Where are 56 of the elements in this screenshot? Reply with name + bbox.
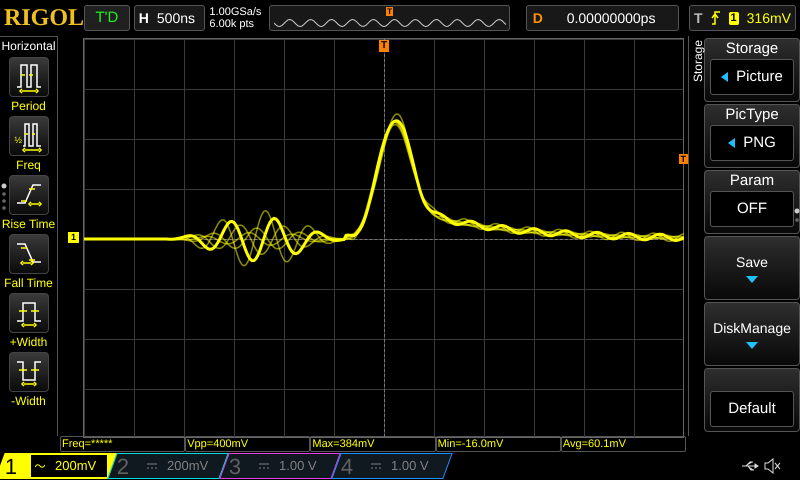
measurement-readout: Min=-16.0mV (436, 436, 561, 452)
measurement-readout: Avg=60.1mV (560, 436, 686, 452)
channel-tab[interactable]: 3 1.00 V (219, 453, 341, 479)
measure-label: +Width (10, 334, 48, 351)
measurement-readout: Freq=***** (60, 436, 186, 452)
measure-button[interactable] (8, 175, 48, 215)
trigger-field[interactable]: T 1 316mV (688, 5, 796, 31)
menu-option[interactable]: Param OFF (704, 170, 800, 234)
trigger-level-marker: T (678, 154, 688, 164)
default-button[interactable]: Default (710, 391, 794, 427)
menu-option[interactable]: PicType PNG (704, 104, 800, 168)
menu-button[interactable]: Save (704, 236, 800, 300)
option-label: Param (730, 171, 774, 191)
run-status: T'D (84, 5, 130, 31)
channel-tab[interactable]: 4 1.00 V (331, 453, 453, 479)
trigger-position-marker: T (379, 40, 390, 52)
memory-depth: 6.00k pts (209, 18, 256, 30)
menu-option[interactable]: Storage Picture (704, 38, 800, 102)
channel-tab[interactable]: 1 200mV (0, 453, 117, 479)
measure-button[interactable] (8, 57, 48, 97)
arrow-left-icon (728, 138, 736, 148)
arrow-down-icon (746, 342, 758, 348)
measure-button[interactable] (8, 293, 48, 333)
option-value: OFF (737, 198, 767, 219)
usb-icon (740, 460, 760, 472)
option-label: Storage (726, 39, 778, 59)
rising-edge-icon (710, 11, 720, 25)
measure-label: Period (11, 98, 46, 115)
measure-button[interactable]: ½ (8, 116, 48, 156)
page-indicator-icon (1, 183, 7, 211)
menu-title: Storage (690, 40, 706, 82)
channel-marker: 1 (68, 232, 80, 243)
measure-button[interactable] (8, 352, 48, 392)
measurement-readout: Vpp=400mV (185, 436, 310, 452)
measure-label: Fall Time (4, 275, 53, 292)
menu-button[interactable]: DiskManage (704, 302, 800, 366)
menu-title: Horizontal (1, 39, 56, 53)
trigger-position-marker: T (386, 7, 393, 16)
delay-field[interactable]: D 0.00000000ps (526, 5, 679, 31)
page-indicator-icon (794, 208, 800, 224)
timebase-field[interactable]: H 500ns (134, 5, 206, 31)
sample-rate: 1.00GSa/s (209, 6, 262, 18)
channel-tab[interactable]: 2 200mV (107, 453, 229, 479)
speaker-muted-icon (764, 458, 782, 474)
arrow-left-icon (721, 72, 728, 82)
option-value: PNG (743, 132, 776, 153)
arrow-down-icon (746, 276, 758, 282)
measure-label: Freq (16, 157, 41, 174)
option-value: Picture (736, 66, 783, 87)
measure-label: -Width (11, 393, 46, 410)
trigger-source: 1 (728, 12, 739, 24)
option-label: PicType (725, 105, 779, 125)
measure-button[interactable] (8, 234, 48, 274)
measurement-readout: Max=384mV (310, 436, 436, 452)
measure-label: Rise Time (2, 216, 56, 233)
menu-option[interactable]: Default (704, 368, 800, 432)
